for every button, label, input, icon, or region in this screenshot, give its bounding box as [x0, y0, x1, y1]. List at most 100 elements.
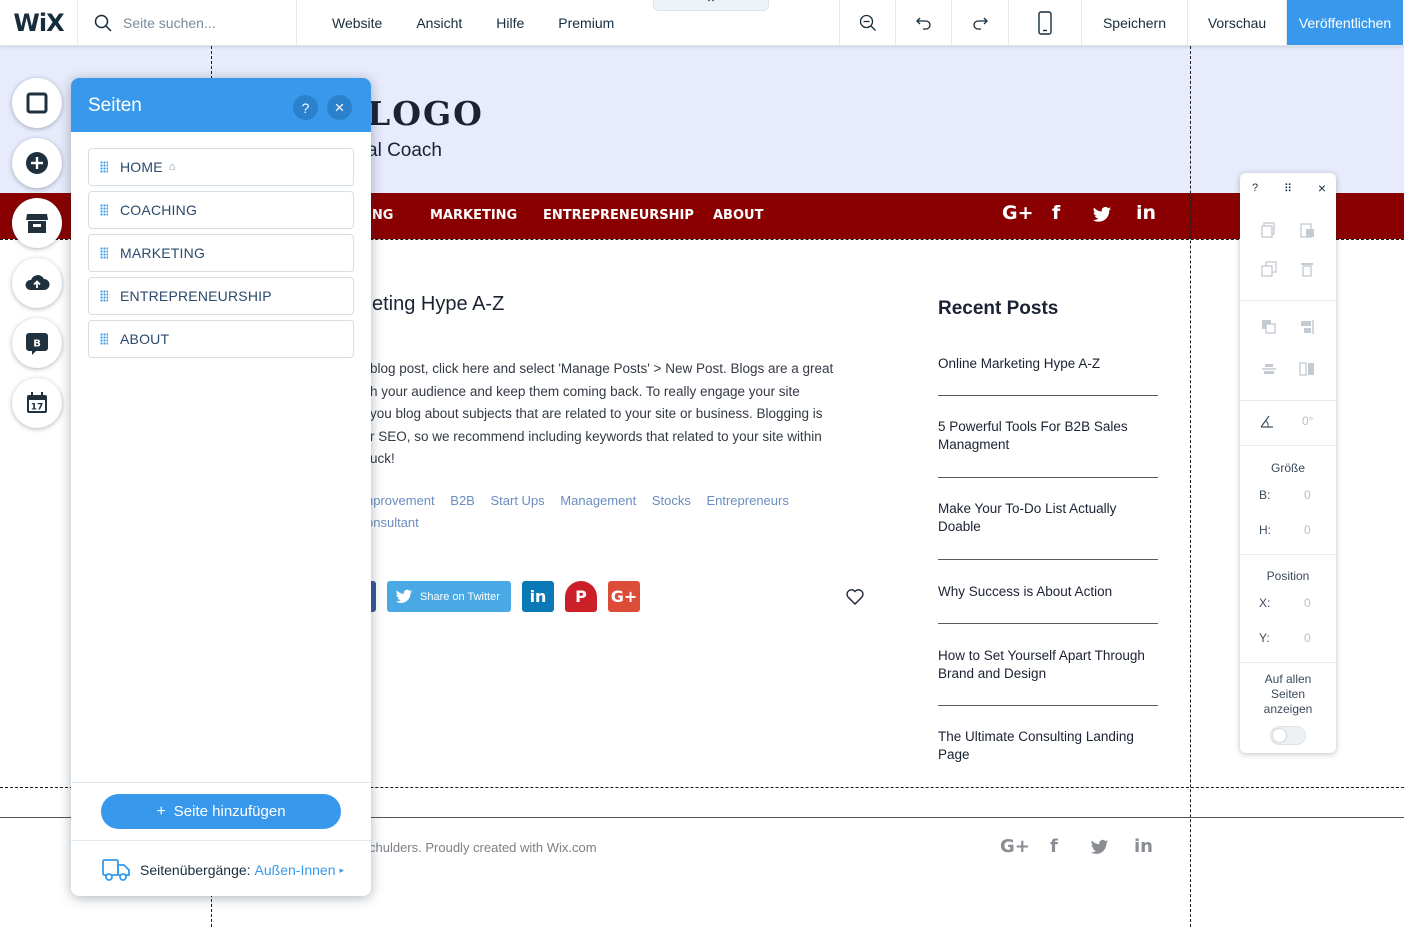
menu-help[interactable]: Hilfe — [496, 15, 524, 31]
inspector-header: ? ⠿ × — [1240, 173, 1336, 203]
transitions-value-link[interactable]: Außen-Innen — [255, 862, 336, 878]
blog-button[interactable]: B — [12, 318, 62, 368]
inspector-help-button[interactable]: ? — [1252, 182, 1258, 194]
tag-link[interactable]: nprovement — [366, 493, 435, 508]
align-icon[interactable] — [1299, 319, 1315, 335]
mobile-view-button[interactable] — [1008, 0, 1082, 45]
page-search[interactable] — [78, 0, 297, 45]
collapse-topbar-button[interactable]: ⌃ — [653, 0, 769, 11]
tag-link[interactable]: onsultant — [366, 515, 419, 530]
site-logo[interactable]: LOGO — [367, 94, 484, 133]
zoom-button[interactable] — [840, 0, 896, 45]
preview-button[interactable]: Vorschau — [1188, 0, 1287, 45]
page-item-entrepreneurship[interactable]: ENTREPRENEURSHIP — [88, 277, 354, 315]
linkedin-icon[interactable]: in — [1136, 202, 1156, 224]
drag-handle-icon[interactable] — [100, 204, 108, 216]
menu-website[interactable]: Website — [332, 15, 382, 31]
tag-link[interactable]: Entrepreneurs — [706, 493, 788, 508]
truck-icon — [102, 859, 130, 881]
redo-button[interactable] — [952, 0, 1008, 45]
duplicate-icon[interactable] — [1261, 261, 1277, 277]
search-input[interactable] — [123, 14, 283, 31]
footer-twitter-icon[interactable] — [1090, 838, 1109, 862]
footer-google-plus-icon[interactable]: G+ — [1000, 836, 1030, 857]
nav-item-entrepreneurship[interactable]: ENTREPRENEURSHIP — [543, 208, 694, 223]
x-field[interactable]: 0 — [1304, 596, 1311, 610]
tag-link[interactable]: B2B — [450, 493, 475, 508]
upload-media-button[interactable] — [12, 258, 62, 308]
match-size-icon[interactable] — [1299, 361, 1315, 377]
inspector-divider — [1240, 445, 1336, 446]
page-background-button[interactable] — [12, 78, 62, 128]
recent-post-item[interactable]: The Ultimate Consulting Landing Page — [938, 706, 1158, 764]
post-body[interactable]: blog post, click here and select 'Manage… — [370, 358, 862, 471]
publish-button[interactable]: Veröffentlichen — [1287, 0, 1403, 45]
twitter-icon[interactable] — [1092, 205, 1112, 230]
recent-post-item[interactable]: Make Your To-Do List Actually Doable — [938, 478, 1158, 560]
drag-handle-icon[interactable]: ⠿ — [1284, 182, 1292, 195]
footer-copyright[interactable]: chulders. Proudly created with Wix.com — [369, 840, 597, 855]
height-field[interactable]: 0 — [1304, 523, 1311, 537]
store-button[interactable] — [12, 198, 62, 248]
nav-item-marketing[interactable]: MARKETING — [430, 208, 517, 223]
menu-view[interactable]: Ansicht — [416, 15, 462, 31]
recent-posts-widget[interactable]: Recent Posts Online Marketing Hype A-Z 5… — [938, 298, 1158, 764]
recent-post-item[interactable]: Online Marketing Hype A-Z — [938, 320, 1158, 396]
share-twitter-button[interactable]: Share on Twitter — [387, 581, 511, 612]
drag-handle-icon[interactable] — [100, 333, 108, 345]
footer-linkedin-icon[interactable]: in — [1134, 836, 1153, 857]
footer-facebook-icon[interactable]: f — [1050, 836, 1058, 857]
drag-handle-icon[interactable] — [100, 247, 108, 259]
page-transitions[interactable]: Seitenübergänge: Außen-Innen ▸ — [101, 857, 344, 883]
tag-link[interactable]: Management — [560, 493, 636, 508]
paste-icon[interactable] — [1299, 222, 1315, 238]
page-item-coaching[interactable]: COACHING — [88, 191, 354, 229]
tag-link[interactable]: Stocks — [652, 493, 691, 508]
inspector-close-button[interactable]: × — [1318, 180, 1326, 196]
recent-post-item[interactable]: How to Set Yourself Apart Through Brand … — [938, 624, 1158, 706]
menu-premium[interactable]: Premium — [558, 15, 614, 31]
site-tagline[interactable]: al Coach — [367, 140, 442, 162]
help-button[interactable]: ? — [293, 95, 318, 120]
show-on-all-pages-toggle[interactable] — [1270, 726, 1306, 745]
calendar-icon-number: 17 — [31, 403, 44, 413]
google-plus-icon[interactable]: G+ — [1002, 202, 1034, 224]
inspector-divider — [1240, 662, 1336, 663]
like-heart-icon[interactable] — [845, 587, 865, 607]
recent-post-item[interactable]: Why Success is About Action — [938, 560, 1158, 624]
share-linkedin-button[interactable]: in — [522, 581, 554, 612]
copy-icon[interactable] — [1261, 222, 1277, 238]
drag-handle-icon[interactable] — [100, 161, 108, 173]
add-page-button[interactable]: + Seite hinzufügen — [101, 794, 341, 829]
bookings-button[interactable]: 17 — [12, 378, 62, 428]
width-label: B: — [1259, 488, 1271, 502]
save-button[interactable]: Speichern — [1082, 0, 1188, 45]
chevron-up-icon: ⌃ — [705, 0, 717, 11]
arrange-icon[interactable] — [1261, 319, 1277, 335]
delete-icon[interactable] — [1299, 261, 1315, 277]
nav-item-about[interactable]: ABOUT — [713, 208, 763, 223]
transitions-label: Seitenübergänge: — [140, 862, 251, 878]
drag-handle-icon[interactable] — [100, 290, 108, 302]
y-field[interactable]: 0 — [1304, 631, 1311, 645]
right-gridline — [1190, 46, 1191, 927]
mobile-icon — [1038, 10, 1052, 35]
width-field[interactable]: 0 — [1304, 488, 1311, 502]
tag-link[interactable]: Start Ups — [490, 493, 544, 508]
facebook-icon[interactable]: f — [1052, 202, 1060, 224]
share-google-plus-button[interactable]: G+ — [608, 581, 640, 612]
close-panel-button[interactable]: × — [327, 95, 352, 120]
page-item-home[interactable]: HOME ⌂ — [88, 148, 354, 186]
post-title[interactable]: eting Hype A-Z — [372, 293, 504, 316]
undo-button[interactable] — [896, 0, 952, 45]
blog-icon-letter: B — [33, 339, 41, 350]
add-elements-button[interactable] — [12, 138, 62, 188]
distribute-icon[interactable] — [1261, 361, 1277, 377]
page-item-about[interactable]: ABOUT — [88, 320, 354, 358]
recent-post-item[interactable]: 5 Powerful Tools For B2B Sales Managment — [938, 396, 1158, 478]
rotate-icon[interactable] — [1259, 413, 1275, 429]
share-pinterest-button[interactable]: P — [565, 581, 597, 612]
page-item-marketing[interactable]: MARKETING — [88, 234, 354, 272]
wix-logo[interactable]: WiX — [0, 0, 78, 45]
rotation-value[interactable]: 0° — [1302, 414, 1313, 428]
